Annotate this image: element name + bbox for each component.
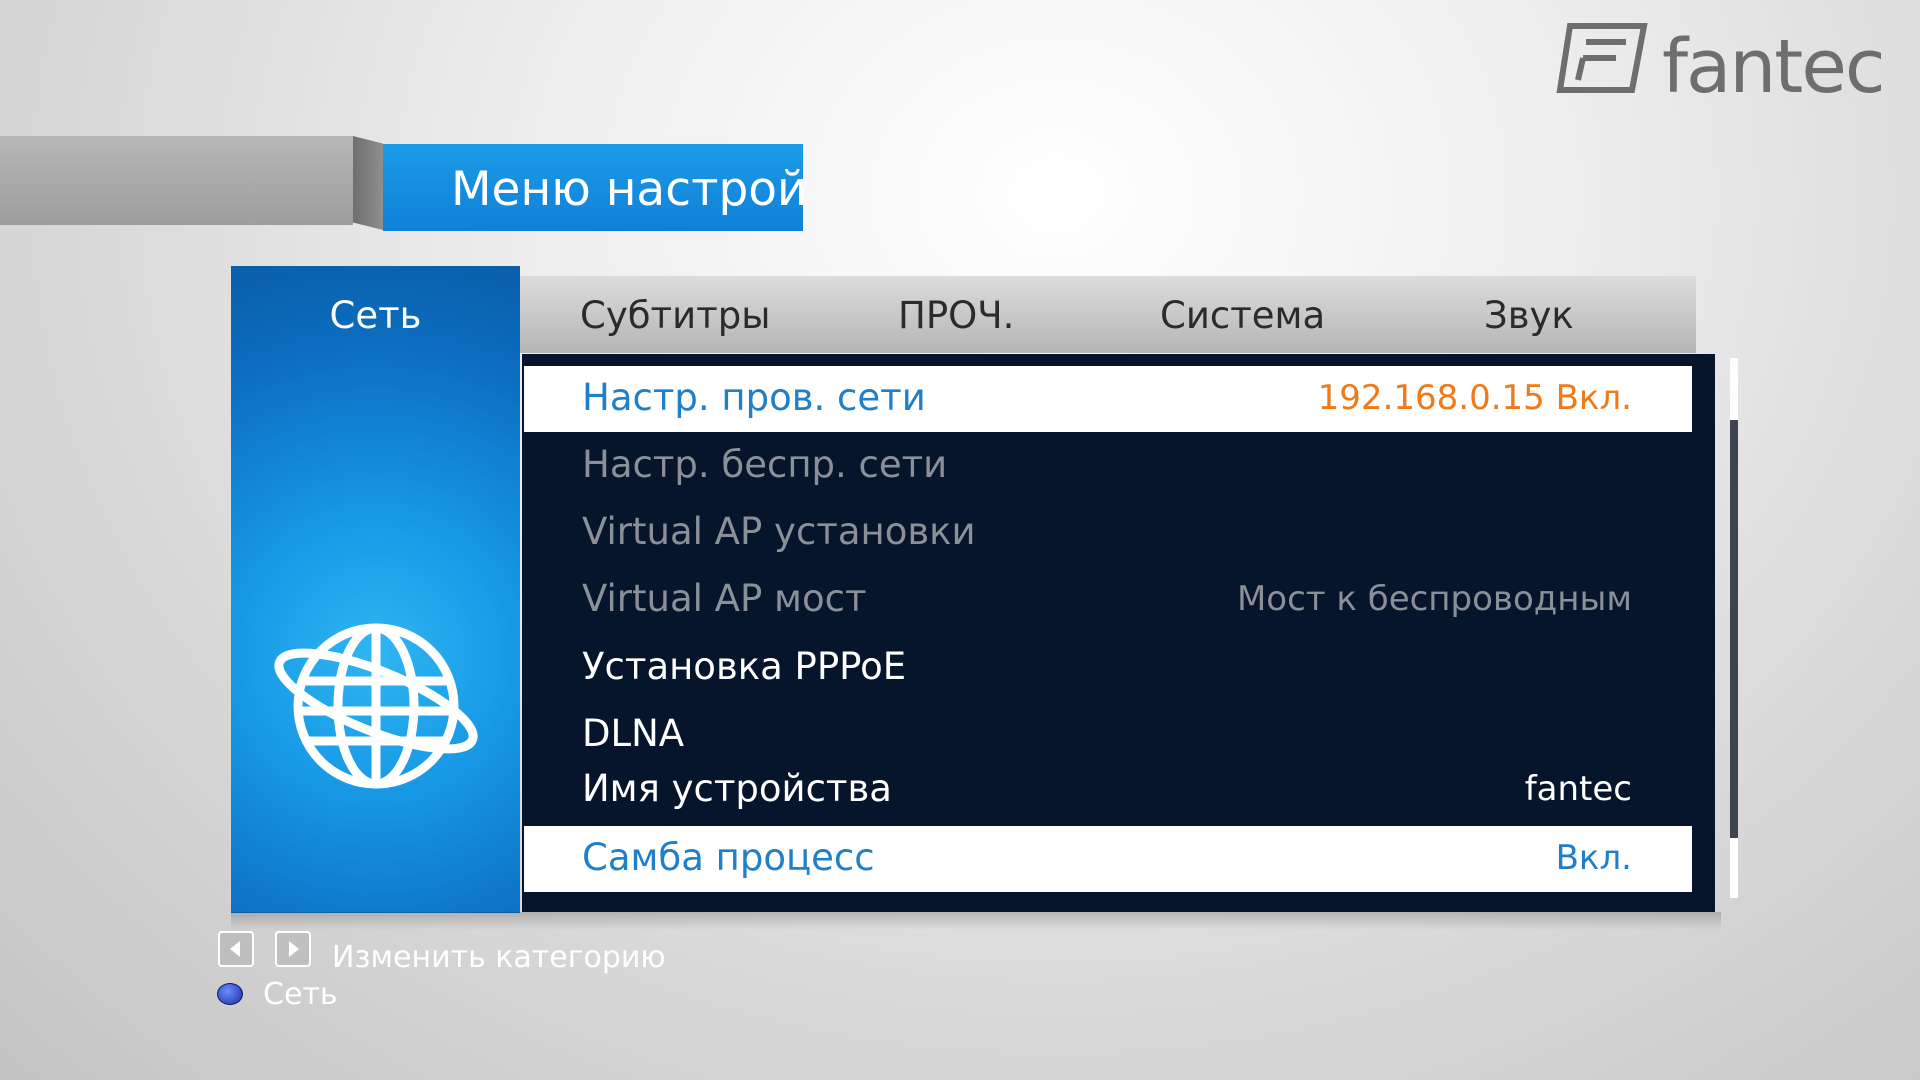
menu-item-value: 192.168.0.15 Вкл. <box>1317 378 1632 418</box>
tab-subtitles[interactable]: Субтитры <box>580 294 770 337</box>
menu-item-label: Virtual AP установки <box>582 510 976 553</box>
settings-list: Настр. пров. сети 192.168.0.15 Вкл. Наст… <box>522 354 1715 912</box>
arrow-right-icon <box>289 941 299 957</box>
menu-item-label: Имя устройства <box>582 767 892 810</box>
menu-item-label: Настр. беспр. сети <box>582 443 948 486</box>
fantec-logo: fantec <box>1552 18 1886 110</box>
tab-audio[interactable]: Звук <box>1484 294 1574 337</box>
menu-item-label: Настр. пров. сети <box>582 376 926 419</box>
page-title-box: Меню настройки <box>383 144 803 231</box>
title-strip <box>0 136 353 225</box>
menu-item-value: fantec <box>1524 769 1632 809</box>
menu-item-virtual-ap-bridge[interactable]: Virtual AP мост Мост к беспроводным <box>524 567 1692 633</box>
globe-icon <box>274 623 478 789</box>
menu-item-value: Мост к беспроводным <box>1236 579 1632 619</box>
menu-item-pppoe[interactable]: Установка PPPoE <box>524 635 1692 701</box>
tab-misc[interactable]: ПРОЧ. <box>898 294 1014 337</box>
left-arrow-button[interactable] <box>218 931 254 967</box>
logo-text: fantec <box>1662 24 1886 110</box>
menu-item-label: DLNA <box>582 712 685 755</box>
menu-item-label: Самба процесс <box>582 836 875 879</box>
title-fold <box>353 136 383 230</box>
change-category-hint: Изменить категорию <box>332 940 666 975</box>
scrollbar-thumb[interactable] <box>1730 420 1738 838</box>
blue-dot-icon <box>217 983 243 1005</box>
arrow-left-icon <box>230 941 240 957</box>
menu-item-device-name[interactable]: Имя устройства fantec <box>524 757 1692 823</box>
category-label: Сеть <box>329 294 422 337</box>
menu-item-value: Вкл. <box>1555 838 1632 878</box>
menu-item-wired-network[interactable]: Настр. пров. сети 192.168.0.15 Вкл. <box>524 366 1692 432</box>
menu-item-label: Virtual AP мост <box>582 577 867 620</box>
panel-shadow <box>231 912 1721 930</box>
menu-item-samba[interactable]: Самба процесс Вкл. <box>524 826 1692 892</box>
tab-system[interactable]: Система <box>1160 294 1325 337</box>
menu-item-label: Установка PPPoE <box>582 645 907 688</box>
right-arrow-button[interactable] <box>275 931 311 967</box>
menu-item-wireless-network[interactable]: Настр. беспр. сети <box>524 433 1692 499</box>
category-panel[interactable]: Сеть <box>231 266 520 913</box>
current-category-hint: Сеть <box>263 977 338 1012</box>
fantec-logo-icon <box>1556 23 1648 93</box>
menu-item-virtual-ap-setup[interactable]: Virtual AP установки <box>524 500 1692 566</box>
page-title: Меню настройки <box>451 162 803 217</box>
category-tabs: Субтитры ПРОЧ. Система Звук <box>520 276 1696 353</box>
